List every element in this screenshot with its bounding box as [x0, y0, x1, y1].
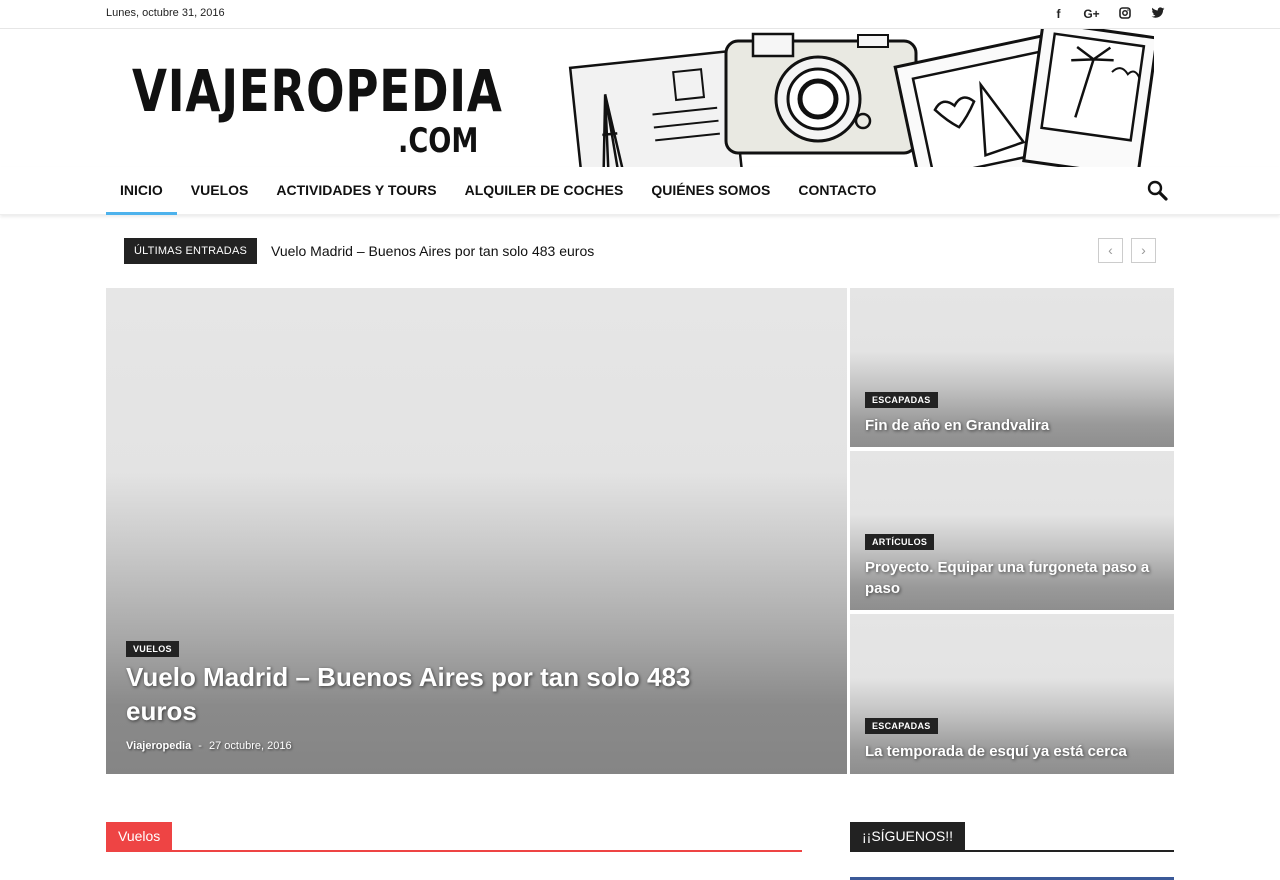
section-title[interactable]: Vuelos [106, 822, 173, 850]
ticker-label: ÚLTIMAS ENTRADAS [124, 238, 258, 264]
category-badge[interactable]: ESCAPADAS [865, 718, 938, 734]
top-bar: Lunes, octubre 31, 2016 f G+ [0, 0, 1280, 29]
post-meta: Viajeropedia - 27 octubre, 2016 [126, 740, 292, 752]
post-date: 27 octubre, 2016 [209, 740, 292, 752]
site-header: VIAJEROPEDIA .COM [0, 29, 1280, 167]
featured-post-main[interactable]: VUELOS Vuelo Madrid – Buenos Aires por t… [106, 288, 847, 774]
site-logo[interactable]: VIAJEROPEDIA .COM [132, 59, 502, 163]
nav-item-vuelos[interactable]: VUELOS [177, 167, 263, 215]
latest-posts-ticker: ÚLTIMAS ENTRADAS Vuelo Madrid – Buenos A… [124, 238, 1158, 264]
category-badge[interactable]: ARTÍCULOS [865, 534, 935, 550]
twitter-icon[interactable] [1141, 5, 1174, 23]
category-badge[interactable]: ESCAPADAS [865, 392, 938, 408]
category-badge[interactable]: VUELOS [126, 641, 179, 657]
instagram-icon[interactable] [1108, 5, 1141, 23]
side-post[interactable]: ESCAPADAS Fin de año en Grandvalira [850, 288, 1174, 447]
nav-item-quienes-somos[interactable]: QUIÉNES SOMOS [637, 167, 784, 215]
section-header-siguenos: ¡¡SÍGUENOS!! [850, 822, 1174, 852]
side-post-title[interactable]: La temporada de esquí ya está cerca [865, 741, 1160, 762]
nav-item-actividades-y-tours[interactable]: ACTIVIDADES Y TOURS [262, 167, 450, 215]
side-post-title[interactable]: Fin de año en Grandvalira [865, 415, 1160, 436]
ticker-headline[interactable]: Vuelo Madrid – Buenos Aires por tan solo… [271, 243, 594, 259]
post-author[interactable]: Viajeropedia [126, 740, 191, 752]
search-icon[interactable] [1146, 179, 1170, 203]
section-title: ¡¡SÍGUENOS!! [850, 822, 966, 850]
social-links: f G+ [1042, 5, 1174, 23]
facebook-icon[interactable]: f [1042, 5, 1075, 23]
nav-menu: INICIO VUELOS ACTIVIDADES Y TOURS ALQUIL… [106, 167, 890, 215]
nav-item-contacto[interactable]: CONTACTO [784, 167, 890, 215]
logo-main-text: VIAJEROPEDIA [132, 57, 503, 125]
side-post[interactable]: ARTÍCULOS Proyecto. Equipar una furgonet… [850, 451, 1174, 610]
google-plus-icon[interactable]: G+ [1075, 5, 1108, 23]
ticker-prev-button[interactable]: ‹ [1098, 238, 1123, 263]
side-post-title[interactable]: Proyecto. Equipar una furgoneta paso a p… [865, 557, 1160, 599]
ticker-next-button[interactable]: › [1131, 238, 1156, 263]
featured-post-title[interactable]: Vuelo Madrid – Buenos Aires por tan solo… [126, 660, 726, 728]
nav-item-inicio[interactable]: INICIO [106, 167, 177, 215]
side-post[interactable]: ESCAPADAS La temporada de esquí ya está … [850, 614, 1174, 774]
logo-sub-text: .COM [398, 121, 479, 161]
current-date: Lunes, octubre 31, 2016 [106, 7, 225, 19]
nav-item-alquiler-de-coches[interactable]: ALQUILER DE COCHES [451, 167, 638, 215]
main-navigation: INICIO VUELOS ACTIVIDADES Y TOURS ALQUIL… [0, 167, 1280, 215]
section-header-vuelos: Vuelos [106, 822, 802, 852]
header-banner-illustration [568, 29, 1154, 167]
meta-separator: - [198, 740, 202, 752]
